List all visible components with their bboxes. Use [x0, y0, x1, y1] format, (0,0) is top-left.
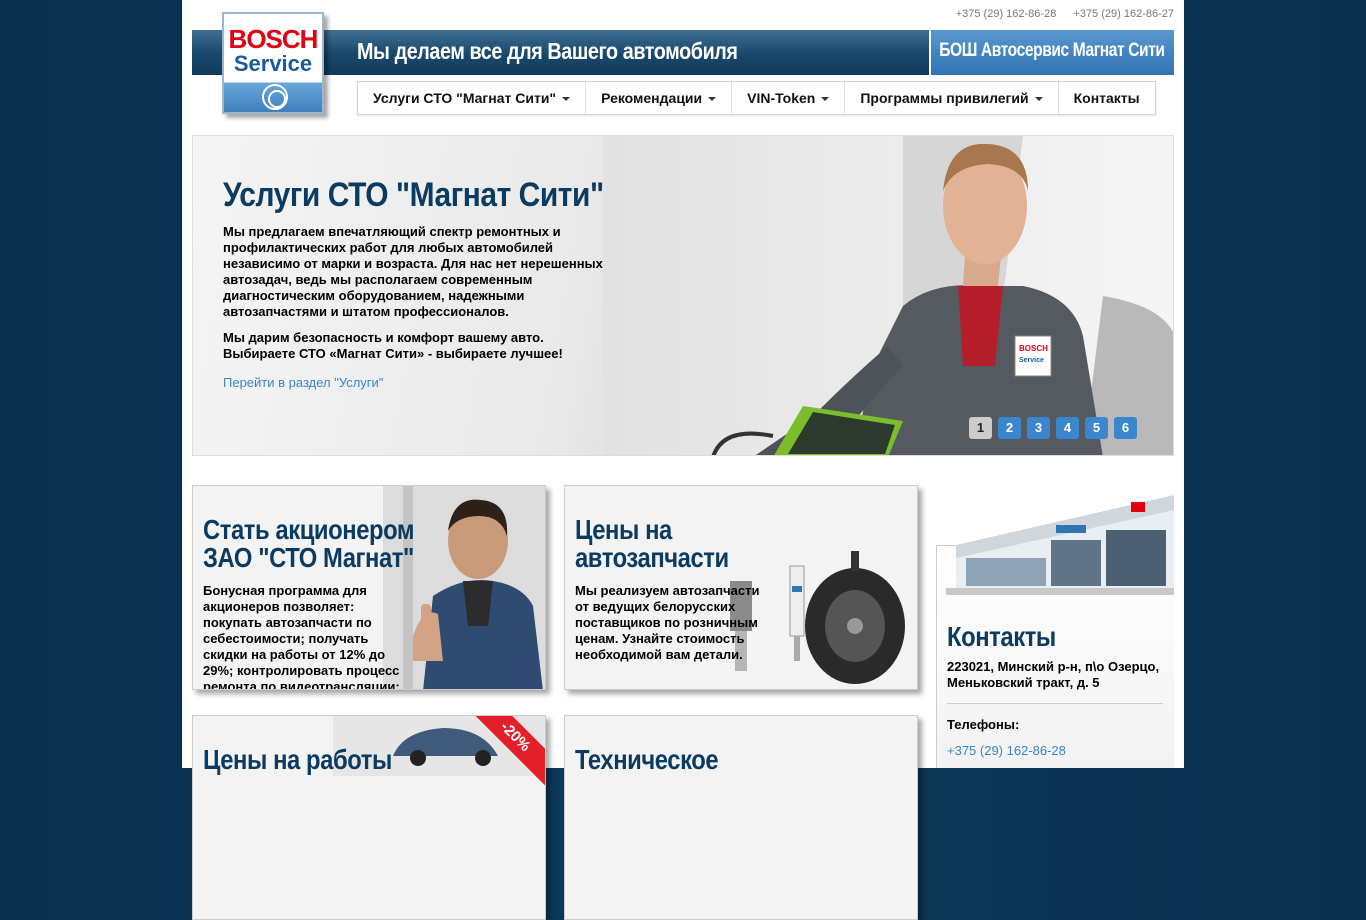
page: +375 (29) 162-86-28 +375 (29) 162-86-27 … [182, 0, 1184, 920]
brand-box[interactable]: БОШ Автосервис Магнат Сити [931, 30, 1174, 75]
brand-title: БОШ Автосервис Магнат Сити [939, 40, 1165, 61]
promo-shareholder-title: Стать акционером ЗАО "СТО Магнат" [203, 514, 415, 573]
svg-text:BOSCH: BOSCH [1019, 344, 1048, 353]
nav-label: VIN-Token [747, 90, 816, 106]
slider-page-5[interactable]: 5 [1085, 417, 1108, 439]
nav-label: Рекомендации [601, 90, 703, 106]
hero-title: Услуги СТО "Магнат Сити" [223, 176, 604, 214]
nav-label: Контакты [1073, 90, 1140, 106]
title-line-2: автозапчасти [575, 542, 729, 573]
slider-page-3[interactable]: 3 [1027, 417, 1050, 439]
contacts-phones-label: Телефоны: [947, 717, 1020, 732]
hero-paragraph-2: Мы дарим безопасность и комфорт вашему а… [223, 330, 563, 361]
main-nav: Услуги СТО "Магнат Сити" Рекомендации VI… [357, 81, 1156, 115]
mechanic-image: BOSCH Service [603, 136, 1173, 455]
bosch-service-logo[interactable]: BOSCH Service [222, 12, 324, 114]
promo-parts-text: Мы реализуем автозапчасти от ведущих бел… [575, 583, 760, 662]
slider-page-2[interactable]: 2 [998, 417, 1021, 439]
nav-item-contacts[interactable]: Контакты [1059, 82, 1155, 114]
slider-page-6[interactable]: 6 [1114, 417, 1137, 439]
contacts-address: 223021, Минский р-н, п\о Озерцо, Меньков… [947, 659, 1160, 690]
promo-technical[interactable]: Техническое [564, 715, 918, 920]
promo-works-prices[interactable]: Цены на работы -20% [192, 715, 546, 920]
promo-shareholder-text: Бонусная программа для акционеров позвол… [203, 583, 400, 690]
hero-services-link[interactable]: Перейти в раздел "Услуги" [223, 375, 383, 390]
promo-shareholder[interactable]: Стать акционером ЗАО "СТО Магнат" Бонусна… [192, 485, 546, 690]
header-phone-2[interactable]: +375 (29) 162-86-27 [1073, 8, 1174, 20]
nav-item-recommendations[interactable]: Рекомендации [586, 82, 733, 114]
divider [947, 703, 1163, 704]
bosch-emblem-icon [262, 84, 288, 110]
logo-text-bosch: BOSCH [228, 24, 319, 54]
hero-paragraph-1: Мы предлагаем впечатляющий спектр ремонт… [223, 224, 603, 319]
nav-item-services[interactable]: Услуги СТО "Магнат Сити" [358, 82, 587, 114]
chevron-down-icon [562, 97, 571, 102]
header-phones: +375 (29) 162-86-28 +375 (29) 162-86-27 [942, 8, 1174, 20]
tagline: Мы делаем все для Вашего автомобиля [357, 38, 738, 64]
promo-parts-prices[interactable]: Цены на автозапчасти Мы реализуем автозап… [564, 485, 918, 690]
title-line-1: Цены на [575, 514, 672, 545]
promo-technical-title: Техническое [575, 744, 719, 775]
title-line-2: ЗАО "СТО Магнат" [203, 542, 414, 573]
contacts-title: Контакты [947, 621, 1056, 652]
slider-pager: 1 2 3 4 5 6 [969, 417, 1137, 439]
slider-page-1[interactable]: 1 [969, 417, 992, 439]
service-building-image [946, 495, 1174, 595]
chevron-down-icon [821, 97, 830, 102]
hero-slider: BOSCH Service Услуги СТО "Магнат Сити" М… [192, 135, 1174, 456]
slider-page-4[interactable]: 4 [1056, 417, 1079, 439]
logo-text-service: Service [233, 51, 313, 76]
chevron-down-icon [708, 97, 717, 102]
nav-label: Программы привилегий [860, 90, 1029, 106]
chevron-down-icon [1034, 97, 1043, 102]
title-line-1: Стать акционером [203, 514, 415, 545]
header-phone-1[interactable]: +375 (29) 162-86-28 [956, 8, 1057, 20]
promo-parts-title: Цены на автозапчасти [575, 516, 729, 572]
nav-item-privileges[interactable]: Программы привилегий [845, 82, 1059, 114]
contacts-phone-link[interactable]: +375 (29) 162-86-28 [947, 743, 1066, 758]
svg-text:Service: Service [1019, 357, 1044, 364]
nav-item-vin-token[interactable]: VIN-Token [732, 82, 846, 114]
nav-label: Услуги СТО "Магнат Сити" [373, 90, 557, 106]
promo-works-title: Цены на работы [203, 744, 392, 775]
